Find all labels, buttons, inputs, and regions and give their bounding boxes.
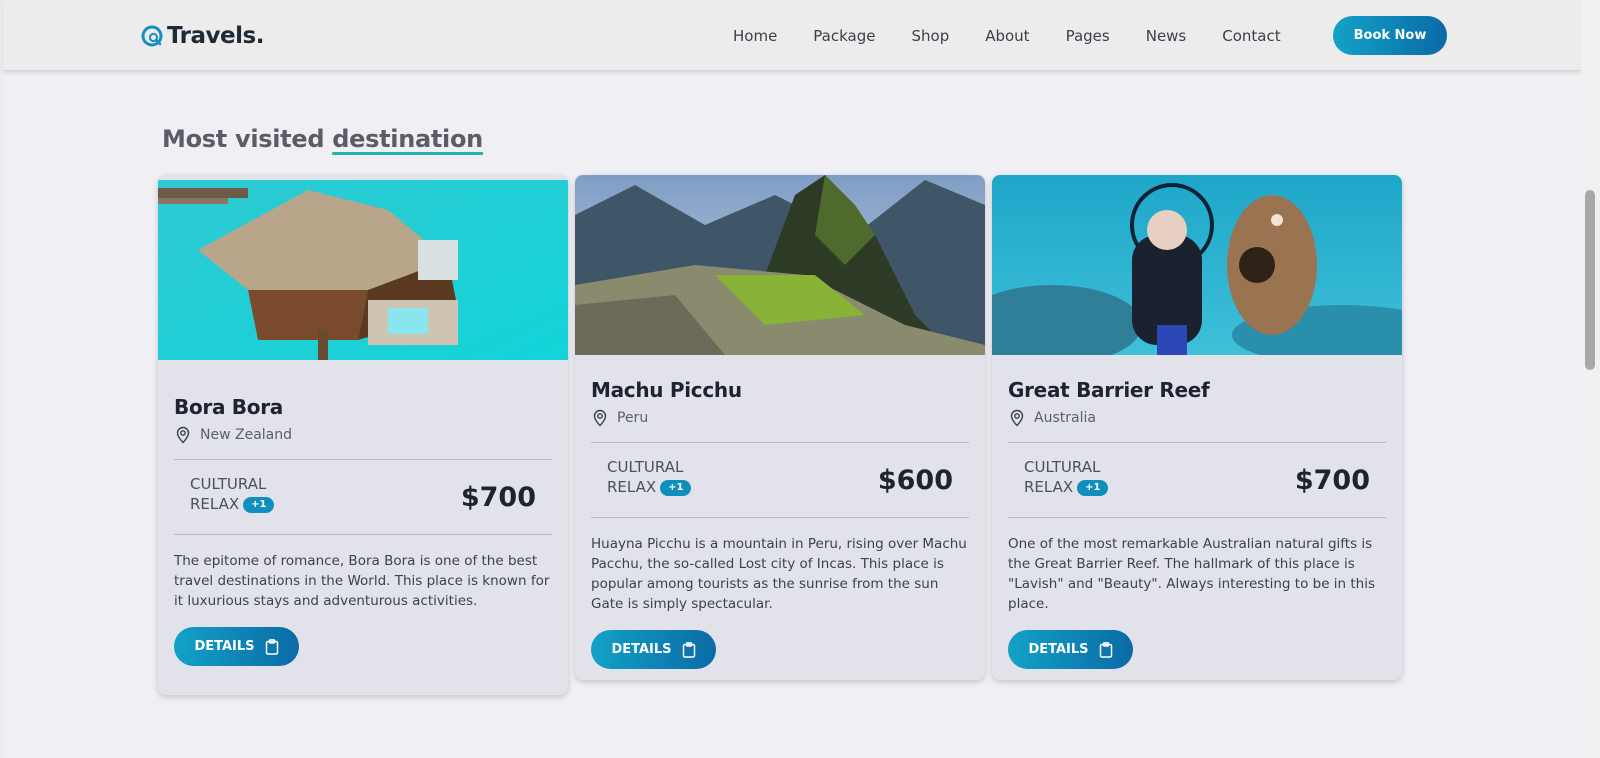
card-body: Machu Picchu Peru CULTURAL RELAX +1 $600 … [591,378,969,669]
section-title-plain: Most visited [162,125,325,153]
card-image-machu-picchu [575,175,985,355]
nav-news[interactable]: News [1146,27,1187,45]
section-title-accent: destination [332,125,483,153]
divider [1008,517,1386,518]
card-location: New Zealand [174,425,552,445]
nav-package[interactable]: Package [813,27,875,45]
destination-card-great-barrier-reef: Great Barrier Reef Australia CULTURAL RE… [992,175,1402,680]
page: Travels. Home Package Shop About Pages N… [3,0,1581,758]
location-pin-icon [176,426,190,444]
nav-contact[interactable]: Contact [1222,27,1280,45]
vertical-scrollbar[interactable] [1581,0,1600,758]
location-pin-icon [593,409,607,427]
location-pin-icon [1010,409,1024,427]
card-location: Australia [1008,408,1386,428]
location-text: Peru [617,410,649,426]
nav-about[interactable]: About [985,27,1029,45]
nav-pages[interactable]: Pages [1066,27,1110,45]
card-description: One of the most remarkable Australian na… [1008,536,1376,612]
main-nav: Home Package Shop About Pages News Conta… [733,24,1317,48]
tag-relax: RELAX [607,478,657,496]
divider [591,517,969,518]
nav-shop[interactable]: Shop [911,27,949,45]
more-tags-badge[interactable]: +1 [1077,479,1109,496]
destination-card-machu-picchu: Machu Picchu Peru CULTURAL RELAX +1 $600 … [575,175,985,680]
divider [174,534,552,535]
tag-cultural: CULTURAL [190,475,267,493]
card-title: Bora Bora [174,395,283,419]
details-button[interactable]: DETAILS [1008,630,1133,669]
nav-home[interactable]: Home [733,27,777,45]
destination-card-bora-bora: Bora Bora New Zealand CULTURAL RELAX +1 $… [158,175,568,695]
more-tags-badge[interactable]: +1 [243,496,275,513]
details-button[interactable]: DETAILS [591,630,716,669]
price: $700 [1294,465,1370,496]
card-body: Bora Bora New Zealand CULTURAL RELAX +1 $… [174,395,552,666]
card-title: Great Barrier Reef [1008,378,1210,402]
tag-relax-line: RELAX +1 [607,477,692,497]
price-row: CULTURAL RELAX +1 $700 [174,460,552,534]
tag-cultural: CULTURAL [1024,458,1101,476]
card-location: Peru [591,408,969,428]
tag-relax: RELAX [1024,478,1074,496]
tags: CULTURAL RELAX +1 [190,474,275,514]
card-description: The epitome of romance, Bora Bora is one… [174,553,550,609]
location-text: Australia [1034,410,1096,426]
details-label: DETAILS [611,642,672,657]
details-button[interactable]: DETAILS [174,627,299,666]
price: $600 [877,465,953,496]
tag-relax-line: RELAX +1 [190,494,275,514]
details-label: DETAILS [1028,642,1089,657]
more-tags-badge[interactable]: +1 [660,479,692,496]
price: $700 [460,482,536,513]
price-row: CULTURAL RELAX +1 $600 [591,443,969,517]
card-image-bora-bora [158,180,568,360]
site-header: Travels. Home Package Shop About Pages N… [3,0,1581,71]
globe-search-icon [141,25,163,47]
tag-relax-line: RELAX +1 [1024,477,1109,497]
price-row: CULTURAL RELAX +1 $700 [1008,443,1386,517]
logo[interactable]: Travels. [141,20,264,52]
clipboard-icon [1099,641,1112,658]
scrollbar-thumb[interactable] [1585,190,1595,370]
card-body: Great Barrier Reef Australia CULTURAL RE… [1008,378,1386,669]
clipboard-icon [682,641,695,658]
logo-text: Travels. [167,23,264,49]
tags: CULTURAL RELAX +1 [607,457,692,497]
details-label: DETAILS [194,639,255,654]
card-description: Huayna Picchu is a mountain in Peru, ris… [591,536,967,612]
section-title: Most visited destination [162,125,483,153]
card-image-great-barrier-reef [992,175,1402,355]
book-now-button[interactable]: Book Now [1333,16,1447,55]
tag-relax: RELAX [190,495,240,513]
card-title: Machu Picchu [591,378,742,402]
location-text: New Zealand [200,427,292,443]
tag-cultural: CULTURAL [607,458,684,476]
tags: CULTURAL RELAX +1 [1024,457,1109,497]
clipboard-icon [265,638,278,655]
